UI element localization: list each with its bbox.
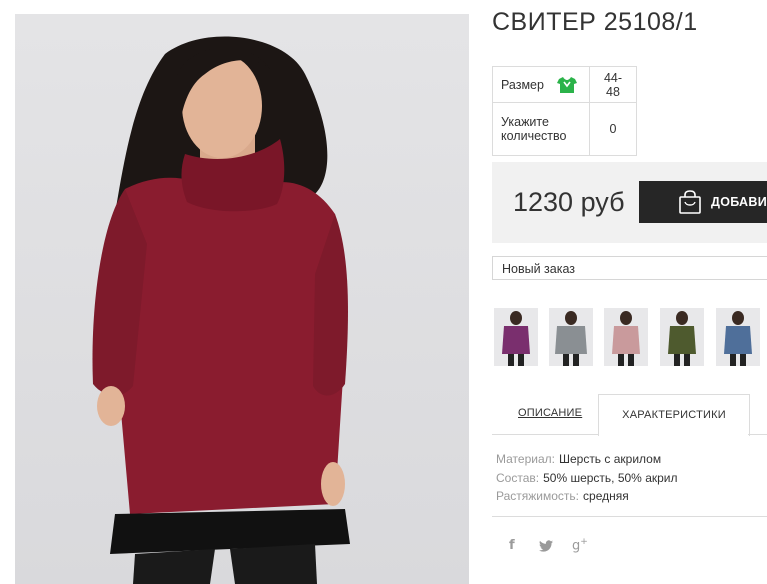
spec-value: Шерсть с акрилом [558,452,662,466]
size-value[interactable]: 44-48 [589,66,637,103]
thumbnail-image [502,311,530,366]
specs-list: Материал: Шерсть с акрилом Состав: 50% шер… [496,450,678,506]
product-main-photo[interactable] [15,14,469,584]
facebook-icon[interactable]: f [509,538,515,553]
shopping-bag-icon [679,190,701,214]
price-block: 1230 руб ДОБАВИТЬ [492,162,767,243]
size-label-cell: Размер [492,66,590,103]
size-row: Размер 44-48 [492,66,637,103]
tab-divider [492,434,599,435]
thumbnail-5[interactable] [716,308,760,366]
spec-value: средняя [583,489,629,503]
thumbnail-3[interactable] [604,308,648,366]
size-chart-icon[interactable] [557,76,578,94]
thumbnail-2[interactable] [549,308,593,366]
add-to-cart-button[interactable]: ДОБАВИТЬ [639,181,767,223]
add-to-cart-label: ДОБАВИТЬ [711,195,767,209]
thumbnail-image [612,311,640,366]
tab-description[interactable]: ОПИСАНИЕ [518,407,582,419]
spec-key: Материал: [496,452,555,466]
thumbnail-4[interactable] [660,308,704,366]
thumbnail-image [555,311,587,366]
thumbnail-image [724,311,752,366]
thumbnail-image [668,311,696,366]
product-options-table: Размер 44-48 Укажите количество 0 [492,66,637,156]
model-illustration [92,36,350,584]
product-price: 1230 руб [513,187,625,217]
quantity-label: Укажите количество [492,102,590,156]
spec-row-material: Материал: Шерсть с акрилом [496,450,678,469]
thumbnail-1[interactable] [494,308,538,366]
section-divider [492,516,767,517]
tab-divider [748,434,767,435]
spec-row-stretch: Растяжимость: средняя [496,487,678,506]
quantity-value[interactable]: 0 [589,102,637,156]
spec-row-composition: Состав: 50% шерсть, 50% акрил [496,469,678,488]
tab-characteristics[interactable]: ХАРАКТЕРИСТИКИ [598,394,750,436]
spec-key: Состав: [496,470,540,485]
spec-value: 50% шерсть, 50% акрил [543,470,678,485]
quantity-row: Укажите количество 0 [492,102,637,156]
twitter-icon[interactable] [539,540,553,552]
order-select[interactable]: Новый заказ [492,256,767,280]
size-label: Размер [501,77,544,92]
google-plus-icon[interactable]: g+ [572,537,588,553]
product-title: СВИТЕР 25108/1 [492,8,698,36]
spec-key: Растяжимость: [496,489,580,503]
